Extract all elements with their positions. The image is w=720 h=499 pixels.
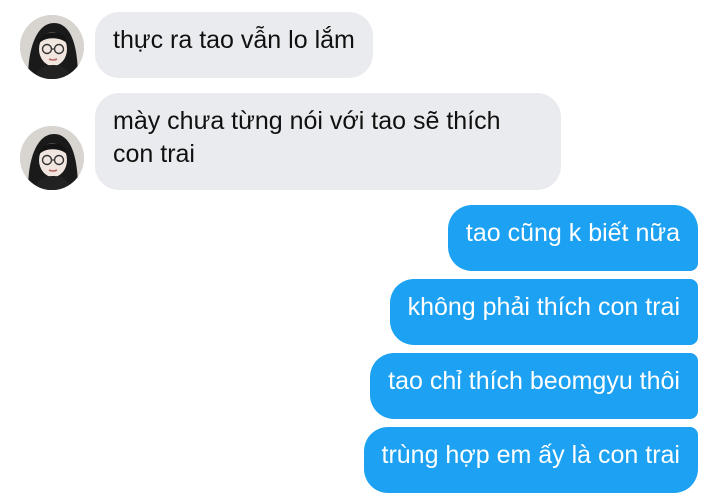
message-text: thực ra tao vẫn lo lắm [113,26,355,54]
outgoing-message[interactable]: không phải thích con trai [389,279,698,345]
message-text: tao chỉ thích beomgyu thôi [388,367,680,395]
outgoing-message[interactable]: trùng hợp em ấy là con trai [363,427,698,493]
message-text: mày chưa từng nói với tao sẽ thích con t… [113,107,501,168]
contact-avatar-icon[interactable] [20,126,84,190]
message-text: trùng hợp em ấy là con trai [381,441,681,469]
outgoing-message[interactable]: tao cũng k biết nữa [447,205,698,271]
avatar-photo [20,126,84,190]
contact-avatar-icon[interactable] [20,15,84,79]
avatar-photo [20,15,84,79]
outgoing-message[interactable]: tao chỉ thích beomgyu thôi [370,353,698,419]
message-text: tao cũng k biết nữa [465,219,680,247]
incoming-message[interactable]: thực ra tao vẫn lo lắm [95,12,373,78]
message-text: không phải thích con trai [407,293,680,321]
incoming-message[interactable]: mày chưa từng nói với tao sẽ thích con t… [95,93,561,190]
